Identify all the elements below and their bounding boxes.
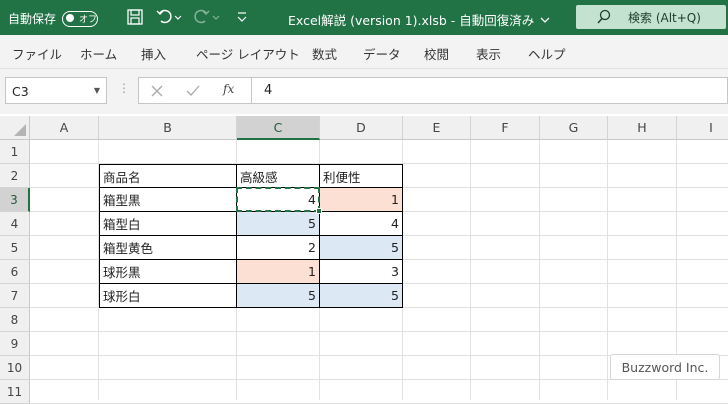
more-options-icon[interactable]: ⋮ — [118, 81, 130, 95]
formula-tools: fx — [138, 77, 252, 104]
row-header-8[interactable]: 8 — [0, 308, 30, 332]
document-title[interactable]: Excel解説 (version 1).xlsb - 自動回復済み — [288, 10, 551, 29]
row-header-7[interactable]: 7 — [0, 284, 30, 308]
insert-function-icon[interactable]: fx — [223, 82, 234, 96]
row-header-11[interactable]: 11 — [0, 380, 30, 404]
row-header-2[interactable]: 2 — [0, 164, 30, 188]
tab-insert[interactable]: 挿入 — [141, 44, 166, 63]
fill-handle[interactable] — [316, 208, 322, 214]
product-name-cell[interactable]: 球形黒 — [99, 260, 237, 284]
cancel-icon[interactable] — [151, 85, 163, 97]
column-header-d[interactable]: D — [320, 116, 403, 140]
save-icon — [127, 9, 143, 25]
select-all-triangle-icon — [14, 124, 26, 136]
toggle-knob-icon — [66, 14, 75, 22]
autosave-state: オフ — [79, 15, 98, 25]
product-name-cell[interactable]: 球形白 — [99, 284, 237, 308]
header-cell[interactable]: 利便性 — [320, 164, 403, 188]
header-cell[interactable]: 商品名 — [99, 164, 237, 188]
search-placeholder: 検索 (Alt+Q) — [628, 10, 701, 25]
name-box[interactable]: C3 ▼ — [5, 77, 107, 104]
worksheet-grid[interactable]: ABCDEFGHI 1 2 3 4 5 6 7 8 9 10 11 商品名 高級感 利便性 箱型黒 4 1 箱型… — [0, 116, 728, 404]
customize-qat-button[interactable] — [236, 10, 248, 24]
luxury-value-cell[interactable]: 5 — [237, 212, 320, 236]
enter-check-icon[interactable] — [186, 85, 200, 97]
autosave-toggle[interactable]: オフ — [62, 10, 99, 27]
product-name-cell[interactable]: 箱型白 — [99, 212, 237, 236]
tab-formulas[interactable]: 数式 — [312, 44, 337, 63]
autosave-control[interactable]: 自動保存 オフ — [8, 10, 99, 27]
formula-input[interactable]: 4 — [252, 77, 728, 104]
undo-button[interactable] — [156, 8, 182, 26]
autosave-label: 自動保存 — [8, 12, 57, 26]
luxury-value-cell[interactable]: 2 — [237, 236, 320, 260]
formula-content: 4 — [264, 83, 273, 98]
redo-button[interactable] — [194, 8, 220, 26]
document-title-text: Excel解説 (version 1).xlsb - 自動回復済み — [288, 13, 535, 28]
product-name-cell[interactable]: 箱型黄色 — [99, 236, 237, 260]
save-button[interactable] — [126, 8, 144, 26]
ribbon-tabs: ファイル ホーム 挿入 ページ レイアウト 数式 データ 校閲 表示 ヘルプ — [0, 35, 728, 69]
column-header-f[interactable]: F — [471, 116, 540, 140]
undo-icon — [156, 9, 182, 24]
row-header-4[interactable]: 4 — [0, 212, 30, 236]
luxury-value-cell[interactable]: 1 — [237, 260, 320, 284]
name-box-value: C3 — [12, 84, 29, 99]
tab-data[interactable]: データ — [363, 44, 401, 63]
search-icon — [597, 9, 611, 24]
tab-file[interactable]: ファイル — [12, 44, 62, 63]
convenience-value-cell[interactable]: 4 — [320, 212, 403, 236]
column-header-c[interactable]: C — [237, 116, 320, 140]
convenience-value-cell[interactable]: 5 — [320, 284, 403, 308]
title-bar: 自動保存 オフ Excel解説 (version 1).xlsb - 自動回復済… — [0, 0, 728, 35]
row-header-1[interactable]: 1 — [0, 140, 30, 164]
convenience-value-cell[interactable]: 1 — [320, 188, 403, 212]
chevron-down-icon — [540, 17, 550, 23]
convenience-value-cell[interactable]: 3 — [320, 260, 403, 284]
header-cell[interactable]: 高級感 — [237, 164, 320, 188]
watermark: Buzzword Inc. — [610, 354, 720, 380]
row-header-5[interactable]: 5 — [0, 236, 30, 260]
column-header-g[interactable]: G — [540, 116, 608, 140]
convenience-value-cell[interactable]: 5 — [320, 236, 403, 260]
redo-icon — [194, 9, 220, 24]
tab-help[interactable]: ヘルプ — [528, 44, 566, 63]
customize-dropdown-icon — [237, 12, 247, 22]
product-name-cell[interactable]: 箱型黒 — [99, 188, 237, 212]
search-box[interactable]: 検索 (Alt+Q) — [576, 5, 726, 29]
row-header-3[interactable]: 3 — [0, 188, 30, 212]
column-header-b[interactable]: B — [99, 116, 237, 140]
tab-review[interactable]: 校閲 — [424, 44, 449, 63]
column-header-h[interactable]: H — [608, 116, 677, 140]
column-header-e[interactable]: E — [403, 116, 471, 140]
tab-view[interactable]: 表示 — [476, 44, 501, 63]
name-box-dropdown-icon[interactable]: ▼ — [94, 86, 100, 95]
formula-bar: C3 ▼ ⋮ fx 4 — [0, 69, 728, 114]
select-all-button[interactable] — [0, 116, 30, 140]
row-header-10[interactable]: 10 — [0, 356, 30, 380]
row-header-6[interactable]: 6 — [0, 260, 30, 284]
luxury-value-cell[interactable]: 4 — [237, 188, 320, 212]
column-header-a[interactable]: A — [30, 116, 99, 140]
tab-home[interactable]: ホーム — [80, 44, 117, 63]
tab-page-layout[interactable]: ページ レイアウト — [196, 44, 300, 63]
luxury-value-cell[interactable]: 5 — [237, 284, 320, 308]
row-header-9[interactable]: 9 — [0, 332, 30, 356]
column-header-i[interactable]: I — [677, 116, 728, 140]
